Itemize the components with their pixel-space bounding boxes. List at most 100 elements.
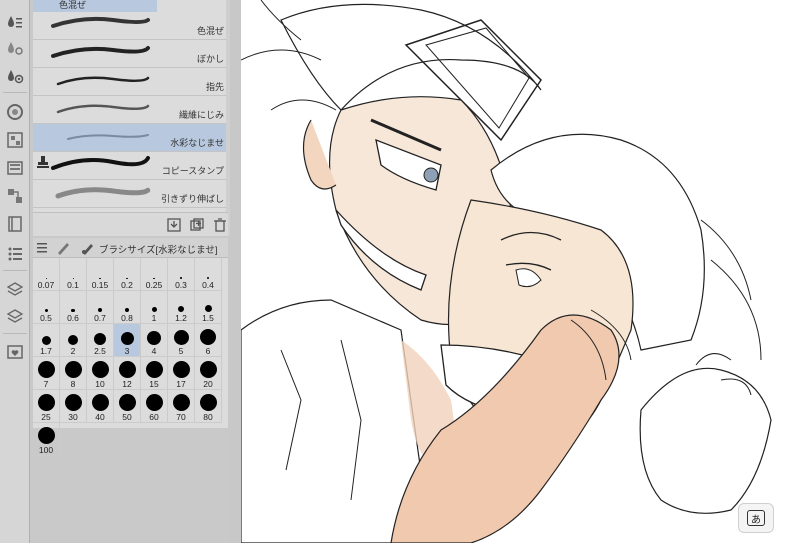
menu-icon[interactable] <box>37 242 47 254</box>
brush-size-option[interactable]: 0.8 <box>114 291 141 324</box>
brush-size-dot <box>72 278 74 279</box>
brush-size-option[interactable]: 0.25 <box>141 258 168 291</box>
brush-size-value: 5 <box>178 346 184 356</box>
brush-size-option[interactable]: 1.5 <box>195 291 222 324</box>
brush-size-option[interactable]: 50 <box>114 390 141 423</box>
brush-size-value: 20 <box>203 379 213 389</box>
brush-size-option[interactable]: 0.6 <box>60 291 87 324</box>
layer-icon-2[interactable] <box>4 306 26 326</box>
brush-item-finger[interactable]: 指先 <box>33 68 228 96</box>
brush-size-option[interactable]: 0.7 <box>87 291 114 324</box>
brush-item-copy-stamp[interactable]: コピースタンプ <box>33 152 228 180</box>
brush-item-color-mix[interactable]: 色混ぜ <box>33 12 228 40</box>
color-set-icon[interactable] <box>4 130 26 150</box>
brush-size-option[interactable]: 60 <box>141 390 168 423</box>
brush-size-tab-icon[interactable] <box>81 241 95 255</box>
brush-item-label: 引きずり伸ばし <box>160 194 224 204</box>
brush-size-grid: 0.07 0.1 0.15 0.2 0.25 0.3 0.4 0.5 0.6 0.7 0.8 1 1.2… <box>33 258 228 456</box>
brush-size-dot <box>68 335 78 345</box>
brush-item-fiber-bleed[interactable]: 繊維にじみ <box>33 96 228 124</box>
brush-size-dot <box>37 427 55 444</box>
brush-stroke-preview <box>51 46 150 58</box>
layer-property-icon[interactable] <box>4 158 26 178</box>
delete-icon[interactable] <box>213 218 227 232</box>
brush-size-option[interactable]: 12 <box>114 357 141 390</box>
brush-item-label: コピースタンプ <box>161 166 224 176</box>
brush-size-option[interactable]: 7 <box>33 357 60 390</box>
brush-size-option[interactable]: 1 <box>141 291 168 324</box>
subtool-settings-icon[interactable] <box>4 38 26 58</box>
brush-size-option[interactable]: 0.3 <box>168 258 195 291</box>
layer-icon[interactable] <box>4 280 26 300</box>
brush-size-option[interactable]: 0.4 <box>195 258 222 291</box>
brush-size-option[interactable]: 80 <box>195 390 222 423</box>
subtool-detail-icon[interactable] <box>4 66 26 86</box>
brush-size-dot <box>200 329 216 345</box>
brush-size-option[interactable]: 1.7 <box>33 324 60 357</box>
brush-size-option[interactable]: 8 <box>60 357 87 390</box>
timeline-icon[interactable] <box>4 244 26 264</box>
brush-size-option[interactable]: 10 <box>87 357 114 390</box>
brush-size-option[interactable]: 2 <box>60 324 87 357</box>
brush-size-value: 2 <box>70 346 76 356</box>
brush-size-value: 0.5 <box>40 313 52 323</box>
ime-button[interactable]: あ <box>738 503 774 533</box>
brush-item-drag-stretch[interactable]: 引きずり伸ばし <box>33 180 228 208</box>
tool-property-tab-icon[interactable] <box>55 241 73 255</box>
brush-size-option[interactable]: 0.2 <box>114 258 141 291</box>
brush-item-watercolor-blend[interactable]: 水彩なじませ <box>33 124 228 152</box>
brush-size-dot <box>98 308 102 312</box>
brush-size-option[interactable]: 15 <box>141 357 168 390</box>
brush-size-option[interactable]: 17 <box>168 357 195 390</box>
brush-size-option[interactable]: 25 <box>33 390 60 423</box>
brush-size-value: 0.25 <box>145 280 163 290</box>
brush-size-header: ブラシサイズ[水彩なじませ] <box>33 238 228 258</box>
brush-size-value: 0.3 <box>175 280 187 290</box>
subtool-icon[interactable] <box>4 12 26 32</box>
brush-size-value: 100 <box>38 445 54 455</box>
brush-size-value: 0.7 <box>94 313 106 323</box>
brush-stroke-preview <box>51 156 150 170</box>
import-icon[interactable] <box>167 218 181 232</box>
brush-size-option[interactable]: 30 <box>60 390 87 423</box>
brush-size-option[interactable]: 70 <box>168 390 195 423</box>
brush-size-value: 15 <box>149 379 159 389</box>
ime-label: あ <box>747 510 765 526</box>
brush-item-label: ぼかし <box>196 54 224 64</box>
brush-size-option[interactable]: 6 <box>195 324 222 357</box>
brush-top-tab[interactable]: 色混ぜ <box>33 0 157 12</box>
brush-item-blur[interactable]: ぼかし <box>33 40 228 68</box>
brush-size-dot <box>178 306 184 312</box>
brush-stroke-preview <box>55 187 151 199</box>
favorite-icon[interactable] <box>4 342 26 362</box>
brush-size-value: 4 <box>151 346 157 356</box>
color-wheel-icon[interactable] <box>4 102 26 122</box>
brush-size-option[interactable]: 0.07 <box>33 258 60 291</box>
brush-size-option[interactable]: 1.2 <box>168 291 195 324</box>
left-toolbar <box>0 0 30 543</box>
brush-size-value: 0.07 <box>37 280 55 290</box>
brush-size-option[interactable]: 3 <box>114 324 141 357</box>
brush-size-dot <box>118 361 136 378</box>
brush-size-option[interactable]: 4 <box>141 324 168 357</box>
brush-size-option[interactable]: 0.15 <box>87 258 114 291</box>
brush-size-option[interactable]: 40 <box>87 390 114 423</box>
brush-size-value: 0.2 <box>121 280 133 290</box>
brush-size-option[interactable]: 100 <box>33 423 60 456</box>
brush-size-value: 12 <box>122 379 132 389</box>
brush-size-dot <box>118 394 136 411</box>
brush-size-dot <box>199 361 217 378</box>
brush-size-option[interactable]: 0.1 <box>60 258 87 291</box>
brush-item-label: 指先 <box>205 82 224 92</box>
duplicate-icon[interactable] <box>190 218 204 232</box>
drawing-canvas[interactable] <box>241 0 800 543</box>
brush-size-dot <box>41 336 51 345</box>
brush-panel: 色混ぜ ぼかし 指先 繊維にじみ 水彩なじませ コピースタンプ 引きずり伸ばし <box>33 0 228 212</box>
material-icon[interactable] <box>4 214 26 234</box>
brush-size-option[interactable]: 0.5 <box>33 291 60 324</box>
brush-size-option[interactable]: 2.5 <box>87 324 114 357</box>
brush-size-option[interactable]: 20 <box>195 357 222 390</box>
brush-size-value: 2.5 <box>94 346 106 356</box>
brush-size-option[interactable]: 5 <box>168 324 195 357</box>
navigator-icon[interactable] <box>4 186 26 206</box>
